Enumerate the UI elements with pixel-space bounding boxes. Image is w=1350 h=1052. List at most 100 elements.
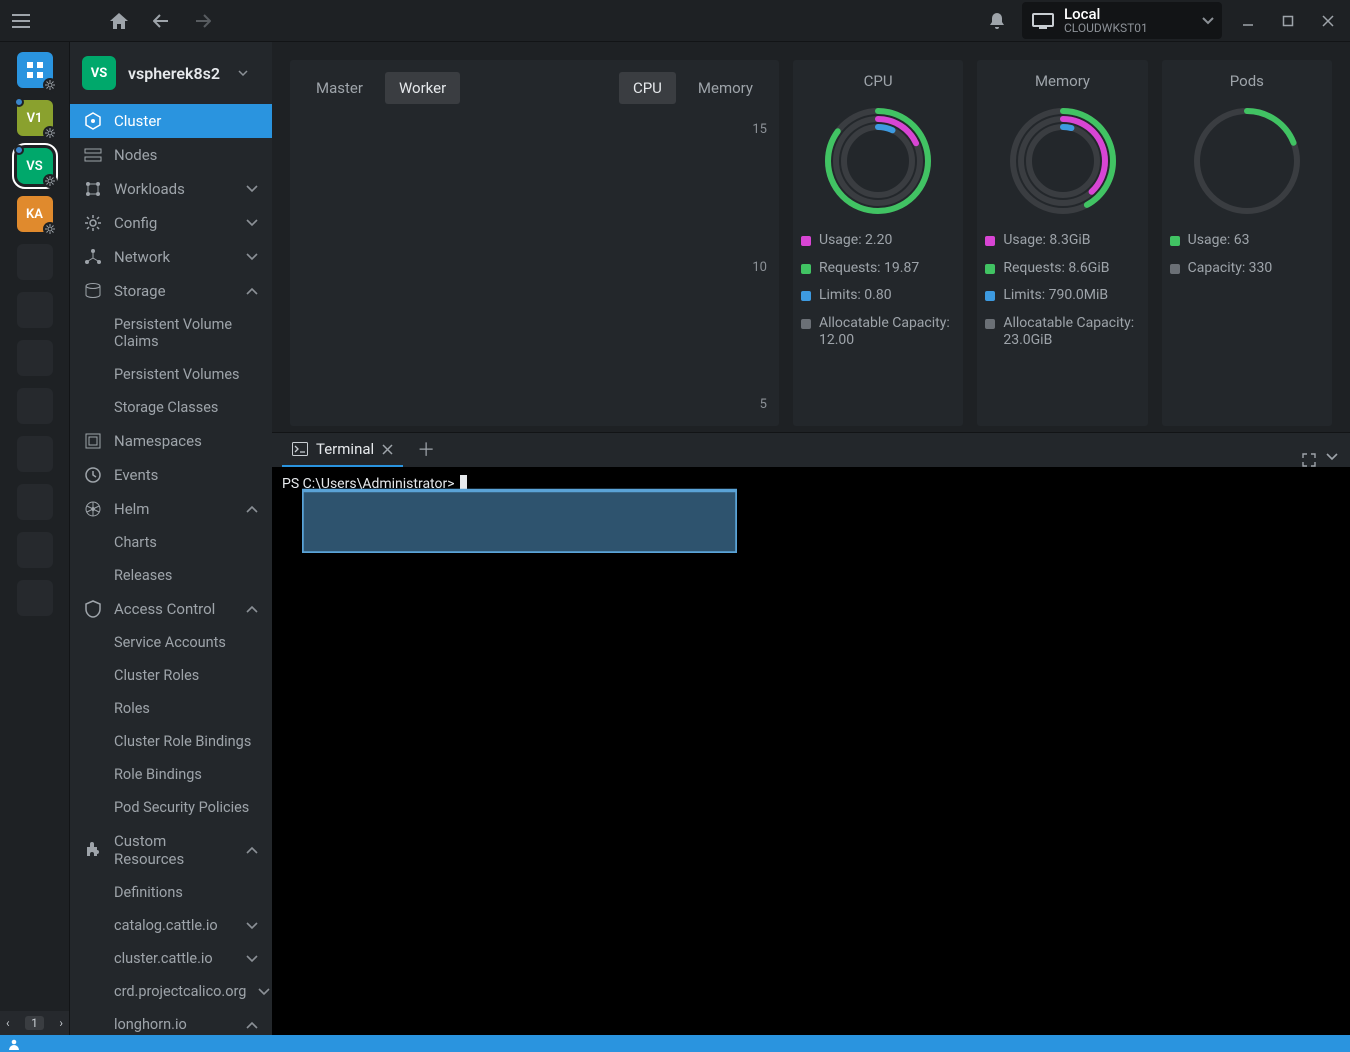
role-tab-worker[interactable]: Worker	[385, 72, 460, 104]
user-icon[interactable]	[8, 1038, 20, 1050]
sidebar-item-label: Custom Resources	[114, 832, 234, 868]
legend-row: Requests: 8.6GiB	[985, 260, 1139, 278]
sidebar-subitem[interactable]: crd.projectcalico.org	[70, 975, 272, 1008]
sidebar-item-custom-resources[interactable]: Custom Resources	[70, 824, 272, 876]
y-tick: 5	[760, 397, 767, 412]
forward-button[interactable]	[190, 8, 216, 34]
legend-row: Allocatable Capacity: 23.0GiB	[985, 315, 1139, 350]
donut-chart	[1182, 96, 1312, 226]
chevron-left-icon[interactable]: ‹	[6, 1016, 10, 1030]
cluster-badge: VS	[82, 56, 116, 90]
rail-item-1[interactable]: V1	[17, 100, 53, 136]
terminal-collapse-button[interactable]	[1326, 453, 1338, 467]
legend-swatch	[1170, 264, 1180, 274]
legend-row: Limits: 790.0MiB	[985, 287, 1139, 305]
metric-tab-cpu[interactable]: CPU	[619, 72, 676, 104]
sidebar-subitem[interactable]: Persistent Volume Claims	[70, 308, 272, 358]
chevron-down-icon	[246, 185, 258, 193]
home-button[interactable]	[106, 8, 132, 34]
legend-text: Requests: 8.6GiB	[1003, 260, 1109, 278]
sidebar-subitem[interactable]: Definitions	[70, 876, 272, 909]
sidebar-item-cluster[interactable]: Cluster	[70, 104, 272, 138]
chevron-right-icon[interactable]: ›	[59, 1016, 63, 1030]
role-tab-master[interactable]: Master	[302, 72, 377, 104]
legend-row: Usage: 2.20	[801, 232, 955, 250]
sidebar-subitem[interactable]: cluster.cattle.io	[70, 942, 272, 975]
y-tick: 15	[752, 122, 767, 137]
workloads-icon	[84, 180, 102, 198]
legend-swatch	[985, 319, 995, 329]
chevron-up-icon	[246, 846, 258, 854]
legend-row: Limits: 0.80	[801, 287, 955, 305]
sidebar-subitem[interactable]: Persistent Volumes	[70, 358, 272, 391]
bell-icon	[989, 12, 1005, 30]
metric-title: Memory	[1035, 72, 1090, 90]
window-close-button[interactable]	[1314, 7, 1342, 35]
sidebar-item-nodes[interactable]: Nodes	[70, 138, 272, 172]
legend-text: Usage: 63	[1188, 232, 1250, 250]
gear-icon[interactable]	[43, 222, 57, 236]
sidebar-subitem[interactable]: Releases	[70, 559, 272, 592]
rail-slot-empty	[17, 244, 53, 280]
legend-swatch	[801, 236, 811, 246]
window-maximize-button[interactable]	[1274, 7, 1302, 35]
sidebar-item-namespaces[interactable]: Namespaces	[70, 424, 272, 458]
gear-icon[interactable]	[43, 78, 57, 92]
metric-tab-memory[interactable]: Memory	[684, 72, 767, 104]
network-icon	[84, 248, 102, 266]
memory-metric-panel: Memory Usage: 8.3GiB Requests: 8.6GiB Limit…	[977, 60, 1147, 426]
sidebar-item-helm[interactable]: Helm	[70, 492, 272, 526]
terminal-fullscreen-button[interactable]	[1302, 453, 1316, 467]
legend-row: Capacity: 330	[1170, 260, 1324, 278]
sidebar-subitem[interactable]: Roles	[70, 692, 272, 725]
gear-icon[interactable]	[43, 126, 57, 140]
legend-swatch	[985, 236, 995, 246]
rail-item-3[interactable]: KA	[17, 196, 53, 232]
sidebar-subitem[interactable]: Cluster Role Bindings	[70, 725, 272, 758]
sidebar-item-config[interactable]: Config	[70, 206, 272, 240]
sidebar-item-workloads[interactable]: Workloads	[70, 172, 272, 206]
sidebar-subitem[interactable]: Service Accounts	[70, 626, 272, 659]
metric-title: Pods	[1230, 72, 1264, 90]
gear-icon[interactable]	[43, 174, 57, 188]
legend-text: Usage: 8.3GiB	[1003, 232, 1090, 250]
menu-button[interactable]	[8, 8, 34, 34]
window-minimize-button[interactable]	[1234, 7, 1262, 35]
legend-text: Limits: 0.80	[819, 287, 892, 305]
rail-item-0[interactable]	[17, 52, 53, 88]
chevron-up-icon	[246, 505, 258, 513]
sidebar-subitem[interactable]: Charts	[70, 526, 272, 559]
sidebar-subitem[interactable]: Cluster Roles	[70, 659, 272, 692]
rail-tabstrip[interactable]: ‹ 1 ›	[0, 1011, 69, 1035]
back-button[interactable]	[148, 8, 174, 34]
rail-slot-empty	[17, 484, 53, 520]
legend-text: Allocatable Capacity: 12.00	[819, 315, 955, 350]
sidebar-subitem[interactable]: Role Bindings	[70, 758, 272, 791]
metric-title: CPU	[864, 72, 893, 90]
menu-icon	[12, 14, 30, 28]
sidebar-subitem[interactable]: Storage Classes	[70, 391, 272, 424]
sidebar-header[interactable]: VS vspherek8s2	[70, 42, 272, 104]
sidebar-item-label: Helm	[114, 500, 149, 518]
sidebar-subitem[interactable]: catalog.cattle.io	[70, 909, 272, 942]
notifications-button[interactable]	[984, 8, 1010, 34]
rail-slot-empty	[17, 292, 53, 328]
cluster-selector-label: Local	[1064, 6, 1148, 23]
sidebar-subitem[interactable]: longhorn.io	[70, 1008, 272, 1035]
rail-item-2[interactable]: VS	[17, 148, 53, 184]
sidebar-item-network[interactable]: Network	[70, 240, 272, 274]
sidebar-item-storage[interactable]: Storage	[70, 274, 272, 308]
puzzle-icon	[84, 841, 102, 859]
usage-chart: 15 10 5	[302, 118, 767, 414]
y-tick: 10	[752, 260, 767, 275]
sidebar-item-label: Namespaces	[114, 432, 202, 450]
sidebar-subitem[interactable]: Pod Security Policies	[70, 791, 272, 824]
sidebar-item-access-control[interactable]: Access Control	[70, 592, 272, 626]
rail-slot-empty	[17, 580, 53, 616]
rail-tabstrip-active: 1	[25, 1016, 44, 1030]
sidebar-item-events[interactable]: Events	[70, 458, 272, 492]
metric-legend: Usage: 63 Capacity: 330	[1170, 232, 1324, 277]
legend-swatch	[801, 264, 811, 274]
legend-swatch	[801, 319, 811, 329]
cluster-selector[interactable]: Local CLOUDWKST01	[1022, 2, 1222, 40]
